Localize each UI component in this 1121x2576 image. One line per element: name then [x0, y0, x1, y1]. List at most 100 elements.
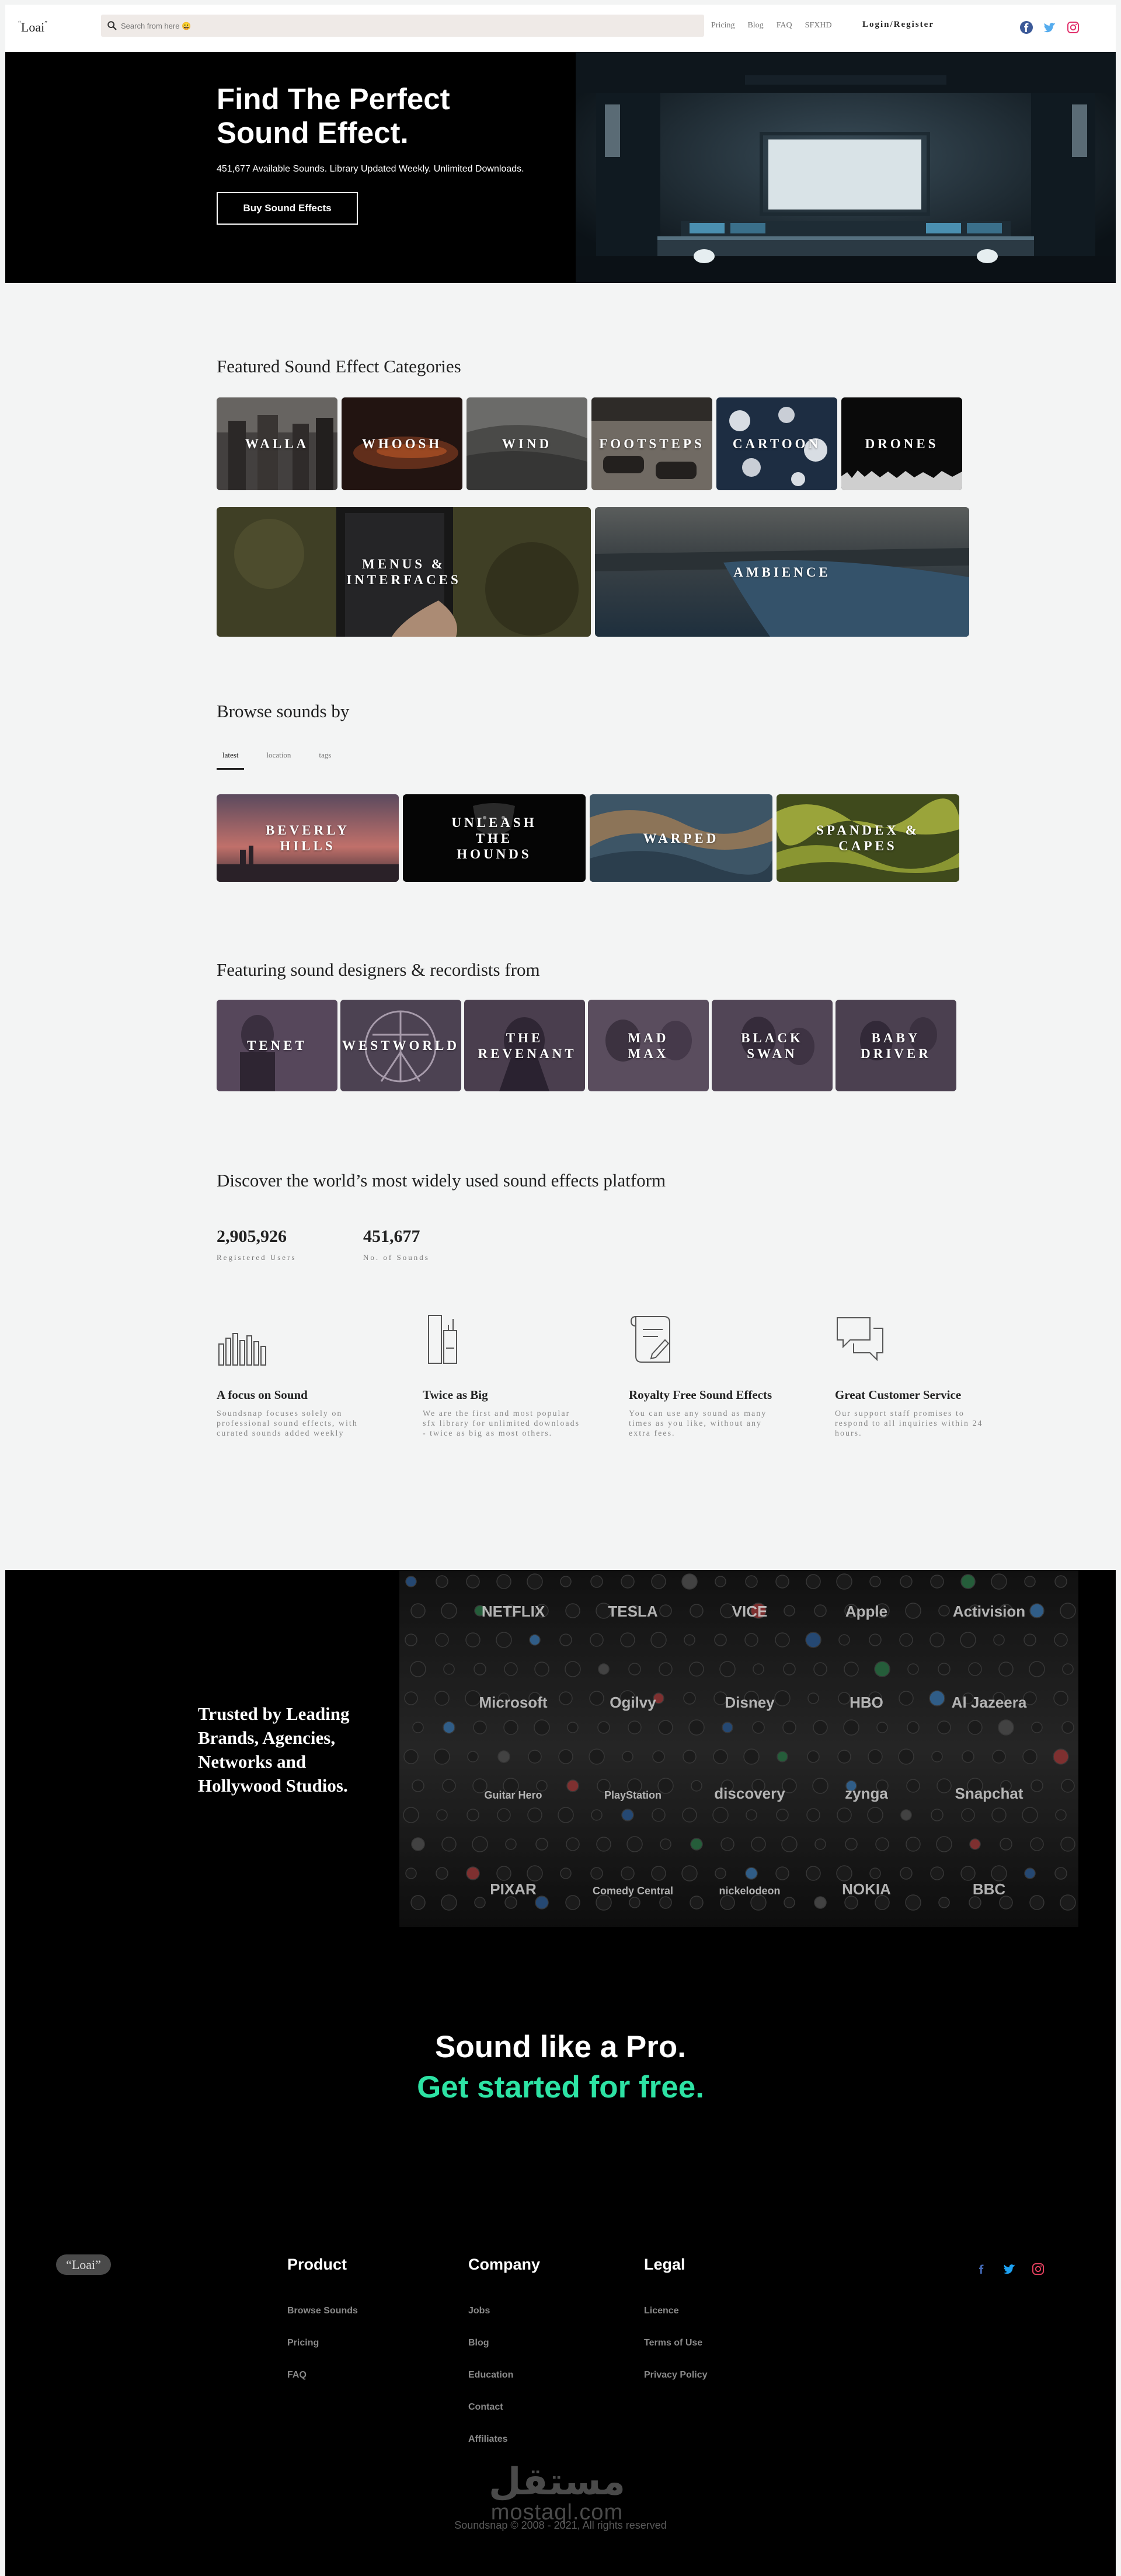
browse-tile-beverly-hills[interactable]: BEVERLY HILLS	[217, 794, 399, 882]
brand-logo-vice: VICE	[732, 1603, 768, 1620]
designer-tile-mad-max[interactable]: MAD MAX	[588, 1000, 709, 1091]
cta-footer-section: Sound like a Pro. Get started for free. …	[5, 1927, 1116, 2576]
brand-logo-bbc: BBC	[973, 1880, 1006, 1898]
site-logo[interactable]: “Loai”	[18, 20, 47, 35]
category-tile-wind[interactable]: WIND	[466, 397, 587, 490]
soundwave-icon	[218, 1333, 266, 1366]
feature-title: Great Customer Service	[835, 1388, 962, 1402]
footer-link-contact[interactable]: Contact	[468, 2402, 503, 2413]
designer-tile-westworld[interactable]: WESTWORLD	[340, 1000, 461, 1091]
category-label: MENUS & INTERFACES	[346, 557, 461, 587]
facebook-icon[interactable]	[1019, 20, 1034, 35]
category-tile-drones[interactable]: DRONES	[841, 397, 962, 490]
tab-latest[interactable]: latest	[217, 748, 245, 770]
hero-subtitle: 451,677 Available Sounds. Library Update…	[217, 164, 524, 174]
browse-title: Browse sounds by	[217, 701, 350, 721]
platform-title: Discover the world’s most widely used so…	[217, 1170, 666, 1191]
brand-logo-tesla: TESLA	[608, 1603, 657, 1620]
designer-label: MAD MAX	[628, 1030, 669, 1061]
category-tile-ambience[interactable]: AMBIENCE	[595, 507, 969, 637]
category-label: WHOOSH	[361, 437, 443, 451]
sounds-label: No. of Sounds	[363, 1253, 430, 1262]
brand-logo-nokia: NOKIA	[842, 1880, 891, 1898]
category-tile-whoosh[interactable]: WHOOSH	[342, 397, 462, 490]
footer-link-licence[interactable]: Licence	[644, 2306, 679, 2316]
category-label: FOOTSTEPS	[599, 437, 705, 451]
search-input[interactable]	[121, 15, 646, 37]
browse-tabs: latest location tags	[217, 748, 337, 770]
brand-logo-guitar-hero: Guitar Hero	[484, 1789, 542, 1801]
trusted-title: Trusted by Leading Brands, Agencies, Net…	[198, 1704, 350, 1796]
brand-logo-discovery: discovery	[714, 1785, 785, 1802]
studio-image	[576, 52, 1116, 283]
designer-tile-tenet[interactable]: TENET	[217, 1000, 337, 1091]
tab-location[interactable]: location	[260, 748, 297, 770]
nav-link-pricing[interactable]: Pricing	[711, 21, 734, 30]
brand-logo-zynga: zynga	[845, 1785, 888, 1802]
footer-link-jobs[interactable]: Jobs	[468, 2306, 490, 2316]
brand-logo-al-jazeera: Al Jazeera	[952, 1694, 1027, 1711]
brand-logo-playstation: PlayStation	[604, 1789, 662, 1801]
tab-tags[interactable]: tags	[313, 748, 337, 770]
footer-logo-text: Loai	[71, 2257, 96, 2272]
nav-link-sfxhd[interactable]: SFXHD	[805, 21, 832, 30]
top-navbar: “Loai” Pricing Blog FAQ SFXHD Login/Regi…	[5, 5, 1116, 51]
browse-tile-warped[interactable]: WARPED	[590, 794, 772, 882]
registered-users-label: Registered Users	[217, 1253, 297, 1262]
category-tile-cartoon[interactable]: CARTOON	[716, 397, 837, 490]
buy-sound-effects-button[interactable]: Buy Sound Effects	[217, 192, 358, 225]
footer-link-blog[interactable]: Blog	[468, 2338, 489, 2348]
twitter-icon[interactable]	[1002, 2261, 1017, 2277]
footer-logo[interactable]: “Loai”	[56, 2254, 111, 2275]
designer-tile-baby-driver[interactable]: BABY DRIVER	[835, 1000, 956, 1091]
feature-text: Soundsnap focuses solely on professional…	[217, 1409, 358, 1438]
brand-logo-comedy-central: Comedy Central	[593, 1885, 673, 1897]
category-tile-walla[interactable]: WALLA	[217, 397, 337, 490]
category-label: WALLA	[245, 437, 309, 451]
search-bar[interactable]	[101, 15, 704, 37]
category-tile-footsteps[interactable]: FOOTSTEPS	[591, 397, 712, 490]
category-label: AMBIENCE	[733, 564, 831, 580]
brand-logo-apple: Apple	[845, 1603, 887, 1620]
browse-label: WARPED	[643, 830, 719, 846]
nav-link-faq[interactable]: FAQ	[777, 21, 792, 30]
login-register-link[interactable]: Login/Register	[862, 20, 934, 30]
designers-title: Featuring sound designers & recordists f…	[217, 959, 540, 980]
brand-logo-ogilvy: Ogilvy	[610, 1694, 656, 1711]
footer-link-faq[interactable]: FAQ	[287, 2370, 307, 2380]
browse-label: UNLEASH THE HOUNDS	[451, 815, 537, 861]
cta-line-2[interactable]: Get started for free.	[5, 2069, 1116, 2105]
nav-link-blog[interactable]: Blog	[747, 21, 763, 30]
registered-users-count: 2,905,926	[217, 1227, 287, 1246]
chat-bubbles-icon	[837, 1317, 883, 1362]
instagram-icon[interactable]	[1031, 2261, 1046, 2277]
brand-logo-hbo: HBO	[850, 1694, 883, 1711]
footer-link-terms[interactable]: Terms of Use	[644, 2338, 702, 2348]
hero-title: Find The Perfect Sound Effect.	[217, 82, 450, 149]
footer-link-privacy[interactable]: Privacy Policy	[644, 2370, 708, 2380]
designer-label: TENET	[247, 1038, 307, 1053]
instagram-icon[interactable]	[1066, 20, 1081, 35]
designer-tile-black-swan[interactable]: BLACK SWAN	[712, 1000, 833, 1091]
footer-link-browse-sounds[interactable]: Browse Sounds	[287, 2306, 358, 2316]
facebook-icon[interactable]	[974, 2261, 989, 2277]
footer-link-education[interactable]: Education	[468, 2370, 513, 2380]
brand-logo-disney: Disney	[725, 1694, 775, 1711]
footer-heading-legal: Legal	[644, 2256, 685, 2273]
feature-title: Twice as Big	[423, 1388, 488, 1402]
designer-label: THE REVENANT	[478, 1030, 577, 1061]
category-tile-menus-interfaces[interactable]: MENUS & INTERFACES	[217, 507, 591, 637]
category-label: DRONES	[865, 437, 939, 451]
designer-tile-the-revenant[interactable]: THE REVENANT	[464, 1000, 585, 1091]
browse-tile-spandex-capes[interactable]: SPANDEX & CAPES	[777, 794, 959, 882]
browse-tile-unleash-the-hounds[interactable]: UNLEASH THE HOUNDS	[403, 794, 586, 882]
cta-line-1: Sound like a Pro.	[435, 2030, 686, 2064]
twitter-icon[interactable]	[1042, 20, 1057, 35]
brand-logo-netflix: NETFLIX	[482, 1603, 545, 1620]
footer-link-pricing[interactable]: Pricing	[287, 2338, 319, 2348]
designer-label: WESTWORLD	[342, 1038, 459, 1053]
brand-logo-nickelodeon: nickelodeon	[719, 1885, 780, 1897]
footer-link-affiliates[interactable]: Affiliates	[468, 2434, 508, 2445]
trusted-brands-section: Trusted by Leading Brands, Agencies, Net…	[5, 1570, 1116, 1927]
feature-title: A focus on Sound	[217, 1388, 308, 1402]
